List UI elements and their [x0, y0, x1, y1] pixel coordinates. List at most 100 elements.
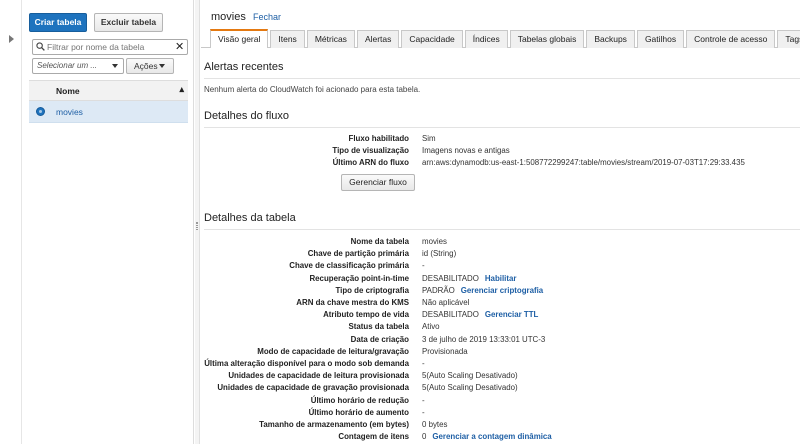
- detail-label: Última alteração disponível para o modo …: [204, 359, 409, 368]
- detail-value: -: [422, 396, 425, 405]
- detail-value-text: DESABILITADO: [422, 310, 479, 319]
- table-list-header[interactable]: Nome ▴: [29, 80, 188, 101]
- detail-value-text: -: [422, 396, 425, 405]
- detail-action-link[interactable]: Gerenciar TTL: [485, 310, 539, 319]
- detail-label: Atributo tempo de vida: [323, 310, 409, 319]
- tab-backups[interactable]: Backups: [586, 30, 635, 48]
- detail-value: Provisionada: [422, 347, 468, 356]
- drag-handle-icon[interactable]: [196, 222, 198, 230]
- detail-value-text: DESABILITADO: [422, 274, 479, 283]
- detail-label: Contagem de itens: [338, 432, 409, 441]
- detail-value: Sim: [422, 134, 436, 143]
- recent-alerts-title: Alertas recentes: [204, 61, 284, 73]
- detail-value: id (String): [422, 249, 456, 258]
- detail-label: ARN da chave mestra do KMS: [296, 298, 409, 307]
- actions-button[interactable]: Ações: [126, 58, 174, 74]
- detail-value: -: [422, 408, 425, 417]
- detail-value-text: Provisionada: [422, 347, 468, 356]
- detail-row: Unidades de capacidade de leitura provis…: [201, 371, 409, 383]
- detail-value: 5(Auto Scaling Desativado): [422, 383, 518, 392]
- detail-label: Modo de capacidade de leitura/gravação: [257, 347, 409, 356]
- page-title: movies: [211, 11, 246, 23]
- expand-arrow-icon[interactable]: [9, 35, 14, 43]
- table-details-main: movies Fechar Visão geral Itens Métricas…: [201, 0, 800, 444]
- detail-value-text: 0 bytes: [422, 420, 448, 429]
- detail-action-link[interactable]: Gerenciar criptografia: [461, 286, 543, 295]
- detail-value: Ativo: [422, 322, 440, 331]
- detail-value: DESABILITADO Habilitar: [422, 274, 516, 283]
- table-filter[interactable]: ✕: [32, 39, 188, 55]
- tab-triggers[interactable]: Gatilhos: [636, 30, 685, 48]
- table-details-title: Detalhes da tabela: [204, 212, 296, 224]
- detail-value-text: 5(Auto Scaling Desativado): [422, 383, 518, 392]
- detail-value: Não aplicável: [422, 298, 469, 307]
- tab-tags[interactable]: Tags: [777, 30, 800, 48]
- detail-value: -: [422, 359, 425, 368]
- detail-row: Data de criação: [201, 335, 409, 347]
- detail-row: Contagem de itens: [201, 432, 409, 444]
- section-divider: [204, 127, 800, 128]
- tab-metrics[interactable]: Métricas: [306, 30, 355, 48]
- detail-row: Tipo de visualização: [201, 146, 409, 158]
- detail-row: ARN da chave mestra do KMS: [201, 298, 409, 310]
- section-divider: [204, 229, 800, 230]
- detail-value-text: -: [422, 408, 425, 417]
- tab-access-control[interactable]: Controle de acesso: [686, 30, 776, 48]
- clear-icon[interactable]: ✕: [175, 42, 184, 53]
- detail-row: Último horário de redução: [201, 396, 409, 408]
- panel-splitter[interactable]: [195, 0, 200, 444]
- detail-value-text: id (String): [422, 249, 457, 258]
- detail-label: Último horário de aumento: [308, 408, 409, 417]
- detail-row: Chave de classificação primária: [201, 261, 409, 273]
- detail-value: PADRÃO Gerenciar criptografia: [422, 286, 543, 295]
- filter-input[interactable]: [47, 41, 171, 53]
- chevron-down-icon: [112, 64, 118, 68]
- detail-row: Tamanho de armazenamento (em bytes): [201, 420, 409, 432]
- detail-label: Último horário de redução: [310, 396, 409, 405]
- detail-value: DESABILITADO Gerenciar TTL: [422, 310, 538, 319]
- tab-indexes[interactable]: Índices: [464, 30, 508, 48]
- detail-row: Modo de capacidade de leitura/gravação: [201, 347, 409, 359]
- recent-alerts-message: Nenhum alerta do CloudWatch foi acionado…: [204, 85, 421, 94]
- tab-overview[interactable]: Visão geral: [210, 29, 269, 48]
- detail-value: -: [422, 261, 425, 270]
- detail-row: Último ARN do fluxo: [201, 158, 409, 170]
- table-list-item[interactable]: movies: [29, 101, 188, 123]
- radio-selected-icon[interactable]: [36, 107, 45, 116]
- table-name-link[interactable]: movies: [56, 107, 83, 117]
- tab-capacity[interactable]: Capacidade: [401, 30, 463, 48]
- detail-label: Chave de classificação primária: [289, 261, 409, 270]
- detail-value: arn:aws:dynamodb:us-east-1:508772299247:…: [422, 158, 745, 167]
- tab-items[interactable]: Itens: [270, 30, 305, 48]
- section-divider: [204, 78, 800, 79]
- detail-value-text: Ativo: [422, 322, 440, 331]
- chevron-down-icon: [159, 64, 165, 68]
- tab-global-tables[interactable]: Tabelas globais: [509, 30, 585, 48]
- column-header-name: Nome: [56, 86, 80, 96]
- delete-table-button[interactable]: Excluir tabela: [94, 13, 163, 32]
- detail-value-text: PADRÃO: [422, 286, 455, 295]
- detail-label: Tipo de criptografia: [335, 286, 409, 295]
- detail-label: Tipo de visualização: [332, 146, 409, 155]
- tab-alarms[interactable]: Alertas: [356, 30, 400, 48]
- detail-value-text: -: [422, 261, 425, 270]
- table-list-panel: Criar tabela Excluir tabela ✕ Selecionar…: [22, 0, 194, 444]
- detail-value-text: movies: [422, 237, 447, 246]
- detail-action-link[interactable]: Gerenciar a contagem dinâmica: [432, 432, 551, 441]
- view-select[interactable]: Selecionar um ...: [32, 58, 124, 74]
- detail-label: Status da tabela: [348, 322, 409, 331]
- create-table-button[interactable]: Criar tabela: [29, 13, 87, 32]
- detail-action-link[interactable]: Habilitar: [485, 274, 517, 283]
- manage-stream-button[interactable]: Gerenciar fluxo: [341, 174, 415, 191]
- detail-row: Último horário de aumento: [201, 408, 409, 420]
- detail-label: Recuperação point-in-time: [309, 274, 409, 283]
- sort-icon[interactable]: ▴: [179, 84, 184, 95]
- close-link[interactable]: Fechar: [253, 12, 281, 22]
- detail-value-text: 5(Auto Scaling Desativado): [422, 371, 518, 380]
- detail-row: Nome da tabela: [201, 237, 409, 249]
- sidebar-collapse-strip[interactable]: [0, 0, 22, 444]
- detail-label: Chave de partição primária: [307, 249, 409, 258]
- detail-value-text: Não aplicável: [422, 298, 470, 307]
- detail-label: Último ARN do fluxo: [332, 158, 409, 167]
- search-icon: [36, 42, 45, 51]
